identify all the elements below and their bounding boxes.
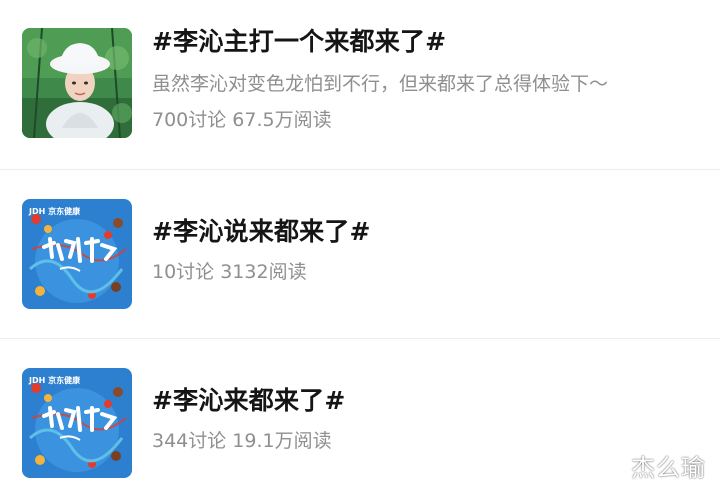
- topic-title[interactable]: #李沁来都来了#: [152, 386, 346, 416]
- topic-item[interactable]: JDH 京东健康 #李沁说来都来了# 10讨论 3132阅读: [0, 170, 720, 338]
- topic-item[interactable]: #李沁主打一个来都来了# 虽然李沁对变色龙怕到不行，但来都来了总得体验下～ 70…: [0, 0, 720, 169]
- topic-stats: 344讨论 19.1万阅读: [152, 430, 332, 452]
- woman-in-white-bucket-hat-photo: [22, 28, 132, 138]
- poster-brand-text: JDH 京东健康: [28, 375, 81, 385]
- show-logo-poster: JDH 京东健康: [22, 199, 132, 309]
- topic-thumbnail[interactable]: JDH 京东健康: [22, 368, 132, 478]
- topic-list: #李沁主打一个来都来了# 虽然李沁对变色龙怕到不行，但来都来了总得体验下～ 70…: [0, 0, 720, 495]
- watermark: 杰么瑜: [631, 454, 706, 482]
- topic-thumbnail[interactable]: JDH 京东健康: [22, 199, 132, 309]
- topic-thumbnail[interactable]: [22, 28, 132, 138]
- topic-stats: 10讨论 3132阅读: [152, 261, 307, 283]
- topic-title[interactable]: #李沁说来都来了#: [152, 217, 371, 247]
- show-logo-poster: JDH 京东健康: [22, 368, 132, 478]
- topic-description: 虽然李沁对变色龙怕到不行，但来都来了总得体验下～: [152, 73, 609, 95]
- poster-brand-text: JDH 京东健康: [28, 206, 81, 216]
- topic-stats: 700讨论 67.5万阅读: [152, 109, 332, 131]
- topic-item[interactable]: JDH 京东健康 #李沁来都来了# 344讨论 19.1万阅读: [0, 339, 720, 495]
- topic-title[interactable]: #李沁主打一个来都来了#: [152, 27, 446, 57]
